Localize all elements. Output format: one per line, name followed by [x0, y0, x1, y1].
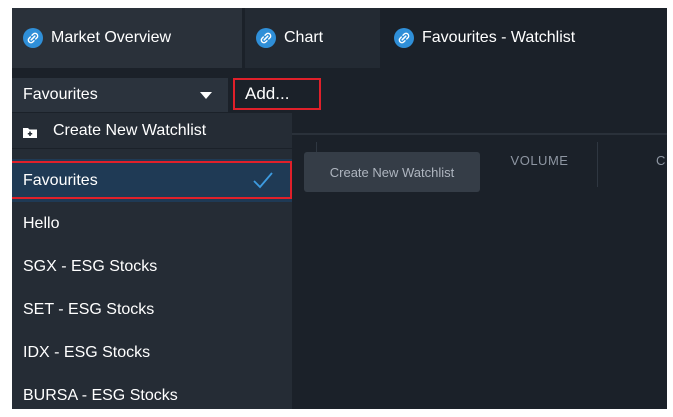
watchlist-option-favourites[interactable]: Favourites — [12, 159, 292, 202]
watchlist-dropdown: Create New Watchlist Favourites Hello SG… — [12, 113, 292, 409]
tab-label: Chart — [284, 29, 324, 46]
watchlist-select-value: Favourites — [23, 86, 98, 103]
caret-down-icon — [200, 92, 212, 99]
tab-label: Favourites - Watchlist — [422, 29, 576, 46]
link-icon — [394, 28, 414, 48]
add-button-label: Add... — [245, 84, 290, 103]
tab-market-overview[interactable]: Market Overview — [12, 8, 242, 68]
watchlist-option-idx-esg[interactable]: IDX - ESG Stocks — [12, 331, 292, 374]
new-folder-icon — [23, 125, 37, 138]
column-header-volume[interactable]: VOLUME — [482, 135, 597, 185]
watchlist-option-bursa-esg[interactable]: BURSA - ESG Stocks — [12, 374, 292, 409]
link-icon — [256, 28, 276, 48]
column-header-next[interactable]: C — [656, 135, 667, 185]
create-new-watchlist-item[interactable]: Create New Watchlist — [12, 113, 292, 149]
watchlist-select[interactable]: Favourites — [12, 78, 228, 112]
tab-chart[interactable]: Chart — [245, 8, 380, 68]
tab-label: Market Overview — [51, 29, 172, 46]
watchlist-option-sgx-esg[interactable]: SGX - ESG Stocks — [12, 245, 292, 288]
grid-divider — [292, 133, 667, 135]
watchlist-toolbar: Favourites Add... — [12, 78, 667, 114]
link-icon — [23, 28, 43, 48]
watchlist-app: Market Overview Chart Favourites - Watch… — [12, 8, 667, 409]
watchlist-option-hello[interactable]: Hello — [12, 202, 292, 245]
check-icon — [253, 172, 273, 189]
create-watchlist-tooltip: Create New Watchlist — [304, 152, 480, 192]
watchlist-option-set-esg[interactable]: SET - ESG Stocks — [12, 288, 292, 331]
column-separator — [597, 142, 598, 187]
tab-favourites-watchlist[interactable]: Favourites - Watchlist — [383, 8, 653, 68]
create-new-watchlist-label: Create New Watchlist — [53, 121, 207, 139]
tab-bar: Market Overview Chart Favourites - Watch… — [12, 8, 667, 68]
add-button[interactable]: Add... — [233, 78, 321, 110]
